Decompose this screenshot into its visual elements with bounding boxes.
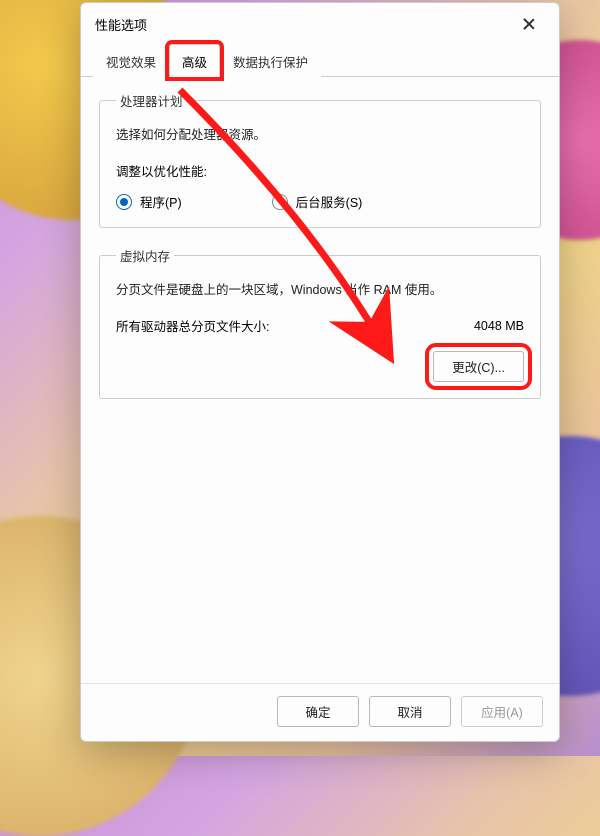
ok-button[interactable]: 确定 <box>277 696 359 727</box>
tab-label: 数据执行保护 <box>233 56 308 70</box>
tab-content-advanced: 处理器计划 选择如何分配处理器资源。 调整以优化性能: 程序(P) 后台服务(S… <box>81 77 559 683</box>
radio-label: 程序(P) <box>140 192 182 211</box>
group-legend: 虚拟内存 <box>116 246 174 265</box>
cancel-button[interactable]: 取消 <box>369 696 451 727</box>
radio-icon <box>116 194 132 210</box>
tab-strip: 视觉效果 高级 数据执行保护 <box>81 43 559 77</box>
radio-background-services[interactable]: 后台服务(S) <box>272 192 363 211</box>
radio-label: 后台服务(S) <box>296 192 363 211</box>
window-title: 性能选项 <box>95 15 147 34</box>
vmem-total-label: 所有驱动器总分页文件大小: <box>116 316 269 335</box>
vmem-total-row: 所有驱动器总分页文件大小: 4048 MB <box>116 316 524 335</box>
processor-desc: 选择如何分配处理器资源。 <box>116 124 524 143</box>
vmem-change-row: 更改(C)... <box>116 351 524 382</box>
vmem-total-value: 4048 MB <box>474 319 524 333</box>
tab-visual-effects[interactable]: 视觉效果 <box>93 44 169 77</box>
vmem-desc: 分页文件是硬盘上的一块区域，Windows 当作 RAM 使用。 <box>116 279 524 298</box>
processor-subtitle: 调整以优化性能: <box>116 161 524 180</box>
processor-scheduling-group: 处理器计划 选择如何分配处理器资源。 调整以优化性能: 程序(P) 后台服务(S… <box>99 91 541 228</box>
tab-advanced[interactable]: 高级 <box>169 44 220 77</box>
tab-label: 视觉效果 <box>106 56 156 70</box>
titlebar: 性能选项 <box>81 3 559 43</box>
close-button[interactable] <box>511 11 547 37</box>
close-icon <box>523 18 535 30</box>
change-button[interactable]: 更改(C)... <box>433 351 524 382</box>
apply-button[interactable]: 应用(A) <box>461 696 543 727</box>
performance-options-dialog: 性能选项 视觉效果 高级 数据执行保护 处理器计划 选择如何分配处理器资源。 调… <box>80 2 560 742</box>
processor-radio-row: 程序(P) 后台服务(S) <box>116 192 524 211</box>
dialog-footer: 确定 取消 应用(A) <box>81 683 559 741</box>
virtual-memory-group: 虚拟内存 分页文件是硬盘上的一块区域，Windows 当作 RAM 使用。 所有… <box>99 246 541 399</box>
radio-programs[interactable]: 程序(P) <box>116 192 182 211</box>
tab-dep[interactable]: 数据执行保护 <box>220 44 321 77</box>
radio-icon <box>272 194 288 210</box>
tab-label: 高级 <box>182 56 207 70</box>
group-legend: 处理器计划 <box>116 91 187 110</box>
